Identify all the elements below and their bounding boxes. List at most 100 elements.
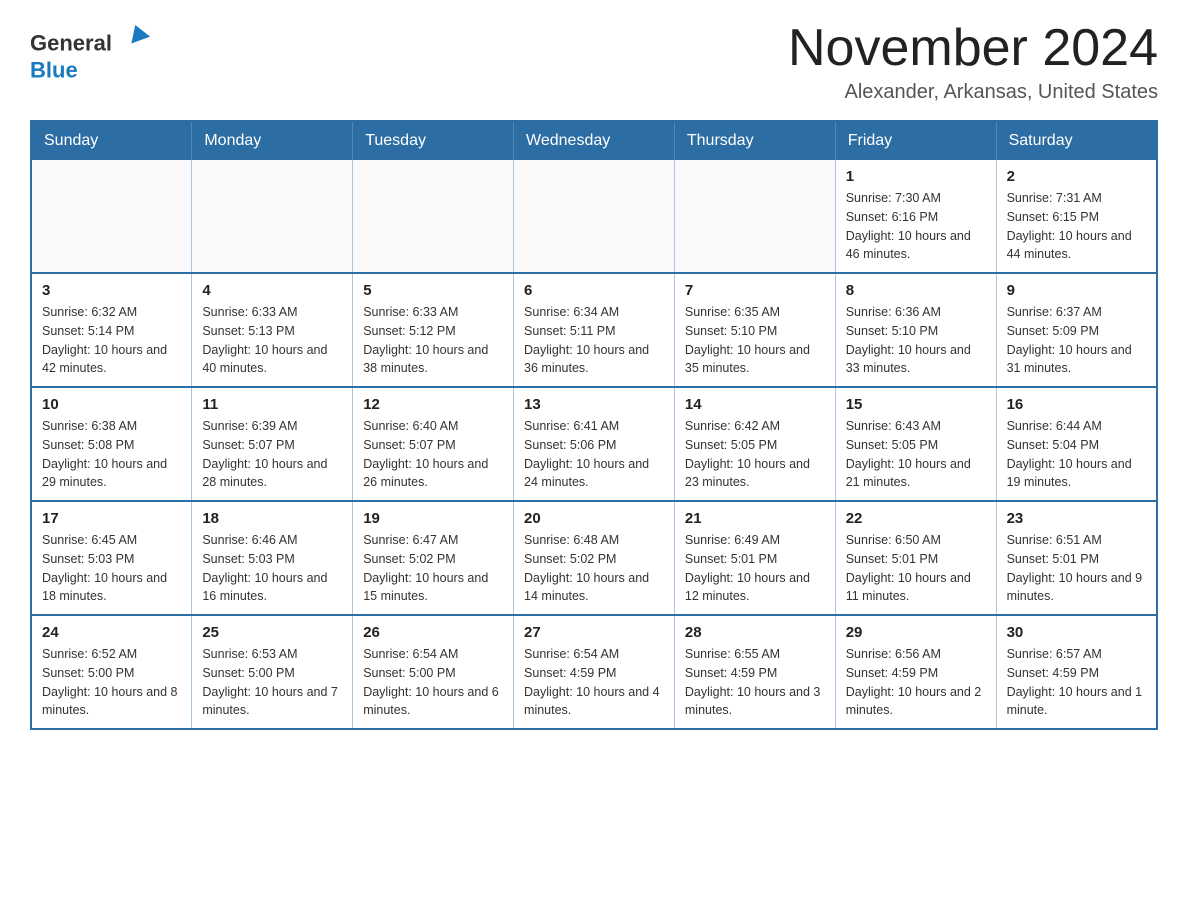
svg-text:General: General [30,31,112,56]
title-area: November 2024 Alexander, Arkansas, Unite… [788,20,1158,104]
table-row: 20 Sunrise: 6:48 AMSunset: 5:02 PMDayligh… [514,501,675,615]
day-number: 30 [1007,624,1146,641]
day-info: Sunrise: 6:41 AMSunset: 5:06 PMDaylight:… [524,417,664,492]
day-info: Sunrise: 6:48 AMSunset: 5:02 PMDaylight:… [524,531,664,606]
header-thursday: Thursday [674,121,835,160]
table-row: 1 Sunrise: 7:30 AMSunset: 6:16 PMDaylight… [835,160,996,273]
header-friday: Friday [835,121,996,160]
day-info: Sunrise: 6:56 AMSunset: 4:59 PMDaylight:… [846,645,986,720]
table-row: 9 Sunrise: 6:37 AMSunset: 5:09 PMDaylight… [996,273,1157,387]
day-info: Sunrise: 6:39 AMSunset: 5:07 PMDaylight:… [202,417,342,492]
table-row: 11Sunrise: 6:39 AMSunset: 5:07 PMDayligh… [192,387,353,501]
table-row: 2Sunrise: 7:31 AMSunset: 6:15 PMDaylight… [996,160,1157,273]
table-row: 30 Sunrise: 6:57 AMSunset: 4:59 PMDayligh… [996,615,1157,729]
day-info: Sunrise: 6:36 AMSunset: 5:10 PMDaylight:… [846,303,986,378]
day-info: Sunrise: 6:54 AMSunset: 4:59 PMDaylight:… [524,645,664,720]
day-number: 25 [202,624,342,641]
day-number: 26 [363,624,503,641]
header-tuesday: Tuesday [353,121,514,160]
day-info: Sunrise: 6:54 AMSunset: 5:00 PMDaylight:… [363,645,503,720]
table-row: 26 Sunrise: 6:54 AMSunset: 5:00 PMDayligh… [353,615,514,729]
table-row: 13 Sunrise: 6:41 AMSunset: 5:06 PMDayligh… [514,387,675,501]
day-number: 8 [846,282,986,299]
day-number: 7 [685,282,825,299]
day-info: Sunrise: 6:53 AMSunset: 5:00 PMDaylight:… [202,645,342,720]
header-sunday: Sunday [31,121,192,160]
day-number: 10 [42,396,181,413]
day-info: Sunrise: 6:38 AMSunset: 5:08 PMDaylight:… [42,417,181,492]
day-number: 21 [685,510,825,527]
header-wednesday: Wednesday [514,121,675,160]
day-number: 20 [524,510,664,527]
day-info: Sunrise: 6:49 AMSunset: 5:01 PMDaylight:… [685,531,825,606]
calendar-week-row: 3Sunrise: 6:32 AMSunset: 5:14 PMDaylight… [31,273,1157,387]
day-number: 16 [1007,396,1146,413]
day-info: Sunrise: 6:37 AMSunset: 5:09 PMDaylight:… [1007,303,1146,378]
day-info: Sunrise: 6:33 AMSunset: 5:12 PMDaylight:… [363,303,503,378]
calendar-header-row: Sunday Monday Tuesday Wednesday Thursday… [31,121,1157,160]
table-row: 28 Sunrise: 6:55 AMSunset: 4:59 PMDayligh… [674,615,835,729]
table-row: 29Sunrise: 6:56 AMSunset: 4:59 PMDayligh… [835,615,996,729]
table-row: 6 Sunrise: 6:34 AMSunset: 5:11 PMDaylight… [514,273,675,387]
day-number: 15 [846,396,986,413]
day-info: Sunrise: 7:31 AMSunset: 6:15 PMDaylight:… [1007,189,1146,264]
day-number: 4 [202,282,342,299]
table-row: 15 Sunrise: 6:43 AMSunset: 5:05 PMDayligh… [835,387,996,501]
day-number: 28 [685,624,825,641]
day-info: Sunrise: 7:30 AMSunset: 6:16 PMDaylight:… [846,189,986,264]
day-number: 13 [524,396,664,413]
logo: General Blue [30,20,160,90]
day-number: 22 [846,510,986,527]
table-row [674,160,835,273]
day-info: Sunrise: 6:45 AMSunset: 5:03 PMDaylight:… [42,531,181,606]
table-row: 19 Sunrise: 6:47 AMSunset: 5:02 PMDayligh… [353,501,514,615]
day-info: Sunrise: 6:57 AMSunset: 4:59 PMDaylight:… [1007,645,1146,720]
day-info: Sunrise: 6:52 AMSunset: 5:00 PMDaylight:… [42,645,181,720]
day-number: 23 [1007,510,1146,527]
day-info: Sunrise: 6:50 AMSunset: 5:01 PMDaylight:… [846,531,986,606]
day-number: 17 [42,510,181,527]
day-number: 19 [363,510,503,527]
day-info: Sunrise: 6:47 AMSunset: 5:02 PMDaylight:… [363,531,503,606]
table-row: 4Sunrise: 6:33 AMSunset: 5:13 PMDaylight… [192,273,353,387]
day-info: Sunrise: 6:35 AMSunset: 5:10 PMDaylight:… [685,303,825,378]
table-row [31,160,192,273]
svg-text:Blue: Blue [30,58,78,83]
day-info: Sunrise: 6:51 AMSunset: 5:01 PMDaylight:… [1007,531,1146,606]
day-info: Sunrise: 6:43 AMSunset: 5:05 PMDaylight:… [846,417,986,492]
table-row: 10 Sunrise: 6:38 AMSunset: 5:08 PMDayligh… [31,387,192,501]
day-number: 9 [1007,282,1146,299]
table-row: 23 Sunrise: 6:51 AMSunset: 5:01 PMDayligh… [996,501,1157,615]
location-subtitle: Alexander, Arkansas, United States [788,81,1158,104]
day-number: 1 [846,168,986,185]
day-info: Sunrise: 6:46 AMSunset: 5:03 PMDaylight:… [202,531,342,606]
table-row: 5 Sunrise: 6:33 AMSunset: 5:12 PMDaylight… [353,273,514,387]
table-row: 18 Sunrise: 6:46 AMSunset: 5:03 PMDayligh… [192,501,353,615]
day-info: Sunrise: 6:32 AMSunset: 5:14 PMDaylight:… [42,303,181,378]
table-row [514,160,675,273]
day-number: 18 [202,510,342,527]
day-number: 12 [363,396,503,413]
day-number: 14 [685,396,825,413]
calendar-week-row: 1 Sunrise: 7:30 AMSunset: 6:16 PMDaylight… [31,160,1157,273]
table-row: 22 Sunrise: 6:50 AMSunset: 5:01 PMDayligh… [835,501,996,615]
day-number: 5 [363,282,503,299]
table-row: 8 Sunrise: 6:36 AMSunset: 5:10 PMDaylight… [835,273,996,387]
day-number: 24 [42,624,181,641]
day-info: Sunrise: 6:55 AMSunset: 4:59 PMDaylight:… [685,645,825,720]
day-number: 6 [524,282,664,299]
table-row: 3Sunrise: 6:32 AMSunset: 5:14 PMDaylight… [31,273,192,387]
calendar-week-row: 17 Sunrise: 6:45 AMSunset: 5:03 PMDayligh… [31,501,1157,615]
table-row: 14 Sunrise: 6:42 AMSunset: 5:05 PMDayligh… [674,387,835,501]
calendar-week-row: 24 Sunrise: 6:52 AMSunset: 5:00 PMDayligh… [31,615,1157,729]
table-row: 16Sunrise: 6:44 AMSunset: 5:04 PMDayligh… [996,387,1157,501]
table-row: 17 Sunrise: 6:45 AMSunset: 5:03 PMDayligh… [31,501,192,615]
day-info: Sunrise: 6:42 AMSunset: 5:05 PMDaylight:… [685,417,825,492]
day-info: Sunrise: 6:34 AMSunset: 5:11 PMDaylight:… [524,303,664,378]
table-row: 25 Sunrise: 6:53 AMSunset: 5:00 PMDayligh… [192,615,353,729]
calendar-week-row: 10 Sunrise: 6:38 AMSunset: 5:08 PMDayligh… [31,387,1157,501]
day-number: 27 [524,624,664,641]
table-row: 7 Sunrise: 6:35 AMSunset: 5:10 PMDaylight… [674,273,835,387]
table-row: 27 Sunrise: 6:54 AMSunset: 4:59 PMDayligh… [514,615,675,729]
table-row: 21 Sunrise: 6:49 AMSunset: 5:01 PMDayligh… [674,501,835,615]
